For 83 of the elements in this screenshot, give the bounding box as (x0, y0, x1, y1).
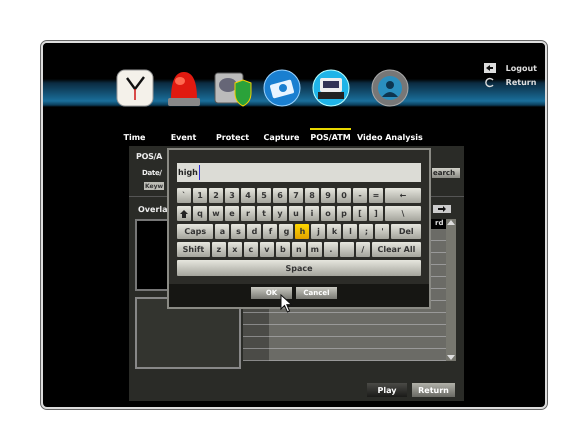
menu-tab[interactable]: Video Analysis (355, 69, 425, 142)
camera-icon (262, 69, 300, 107)
keyboard-key[interactable]: t (257, 206, 271, 221)
person-icon (370, 69, 409, 107)
keyboard-key[interactable]: 9 (321, 188, 335, 203)
table-cell (243, 349, 269, 361)
keyboard-key[interactable]: Shift (177, 242, 210, 257)
keyboard-key[interactable]: w (209, 206, 223, 221)
keyboard-key[interactable]: s (231, 224, 246, 239)
exit-icon (484, 63, 496, 73)
keyboard-key[interactable]: a (215, 224, 230, 239)
keyboard-key[interactable]: 4 (241, 188, 255, 203)
keyboard-key[interactable]: g (279, 224, 294, 239)
keyboard-key[interactable]: o (321, 206, 335, 221)
menu-tab[interactable]: Protect (208, 69, 257, 142)
keyboard-key[interactable]: - (353, 188, 367, 203)
keyboard-key[interactable]: ` (177, 188, 191, 203)
keyboard-key[interactable]: d (247, 224, 262, 239)
keyboard-key[interactable]: f (263, 224, 278, 239)
keyboard-key[interactable]: z (212, 242, 226, 257)
keyboard-key[interactable] (177, 206, 191, 221)
keyboard-key[interactable]: x (228, 242, 242, 257)
field-label: Overla (138, 205, 168, 214)
keyboard-key[interactable]: ' (375, 224, 390, 239)
keyboard-key[interactable]: Del (391, 224, 422, 239)
menu-tab[interactable]: Event (159, 69, 208, 142)
keyboard-key[interactable]: p (337, 206, 351, 221)
table-cell (243, 337, 269, 349)
keyboard-key[interactable]: i (305, 206, 319, 221)
play-icon (438, 206, 446, 212)
keyboard-key[interactable]: y (273, 206, 287, 221)
keyboard-key[interactable]: q (193, 206, 207, 221)
up-arrow-icon (180, 210, 188, 218)
scroll-down-icon (447, 355, 455, 361)
refresh-icon (484, 77, 496, 88)
keyboard-key[interactable]: 8 (305, 188, 319, 203)
keyboard-key[interactable]: v (260, 242, 274, 257)
keyboard-key[interactable]: e (225, 206, 239, 221)
clock-icon (116, 69, 154, 107)
table-cell (243, 325, 269, 337)
keyboard-key[interactable]: \ (385, 206, 421, 221)
register-icon (312, 69, 350, 107)
menu-tab[interactable]: Capture (257, 69, 306, 142)
return-button[interactable]: Return (412, 383, 455, 397)
keyboard-key[interactable]: ← (385, 188, 421, 203)
keyboard-key[interactable]: l (343, 224, 358, 239)
scrollbar[interactable] (446, 219, 456, 361)
keyboard-key[interactable]: ] (369, 206, 383, 221)
scroll-up-icon (447, 219, 455, 225)
keyboard-key[interactable]: = (369, 188, 383, 203)
return-link[interactable]: Return (484, 77, 537, 88)
next-button[interactable] (433, 205, 451, 213)
keyboard-key[interactable]: 2 (209, 188, 223, 203)
keyboard-key[interactable]: r (241, 206, 255, 221)
keyboard-key[interactable]: / (356, 242, 370, 257)
keyboard-key[interactable]: Caps (177, 224, 214, 239)
keyboard-key[interactable]: 1 (193, 188, 207, 203)
keyboard-key[interactable]: u (289, 206, 303, 221)
keyboard-key[interactable]: 3 (225, 188, 239, 203)
logout-link[interactable]: Logout (484, 63, 537, 73)
keyboard-key[interactable]: [ (353, 206, 367, 221)
menu-tab[interactable]: POS/ATM (306, 69, 355, 142)
keyboard-key[interactable]: k (327, 224, 342, 239)
menu-tab[interactable]: Time (110, 69, 159, 142)
keyboard-key[interactable]: n (292, 242, 306, 257)
keyboard-key[interactable]: j (311, 224, 326, 239)
keyboard-key[interactable]: 5 (257, 188, 271, 203)
play-button[interactable]: Play (367, 383, 407, 397)
keyboard-key[interactable]: c (244, 242, 258, 257)
keyboard-key[interactable]: h (295, 224, 310, 239)
keyboard-key[interactable]: 7 (289, 188, 303, 203)
panel-title: POS/A (136, 152, 162, 161)
keyboard-key[interactable] (340, 242, 354, 257)
keyboard-key[interactable]: 0 (337, 188, 351, 203)
table-cell (243, 313, 269, 325)
space-key[interactable]: Space (177, 260, 421, 276)
keyboard-key[interactable]: Clear All (372, 242, 422, 257)
keyboard-key[interactable]: ; (359, 224, 374, 239)
keyboard-key[interactable]: . (324, 242, 338, 257)
text-input-field[interactable]: high (177, 163, 421, 182)
keyboard-key[interactable]: m (308, 242, 322, 257)
keyboard-key[interactable]: b (276, 242, 290, 257)
keyboard-key[interactable]: 6 (273, 188, 287, 203)
